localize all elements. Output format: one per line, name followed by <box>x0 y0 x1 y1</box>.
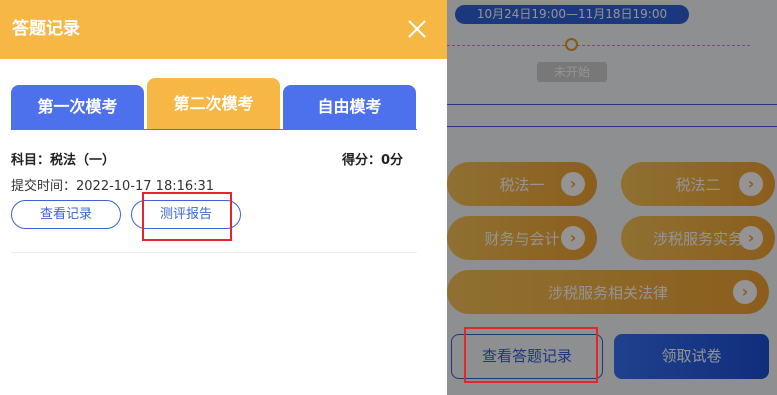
view-record-button[interactable]: 查看记录 <box>11 200 121 229</box>
tab-underline <box>11 129 417 130</box>
tab-free-mock[interactable]: 自由模考 <box>283 85 416 129</box>
tab-first-mock[interactable]: 第一次模考 <box>11 85 144 129</box>
close-icon[interactable] <box>404 16 430 42</box>
modal-title: 答题记录 <box>12 19 80 39</box>
highlight-box-report <box>142 192 232 241</box>
highlight-box-records <box>464 327 598 383</box>
record-score: 得分：0分 <box>342 153 404 168</box>
record-subject: 科目：税法（一） <box>11 153 116 168</box>
record-divider <box>11 252 417 253</box>
modal-header: 答题记录 <box>0 0 447 59</box>
tab-second-mock[interactable]: 第二次模考 <box>147 78 280 129</box>
